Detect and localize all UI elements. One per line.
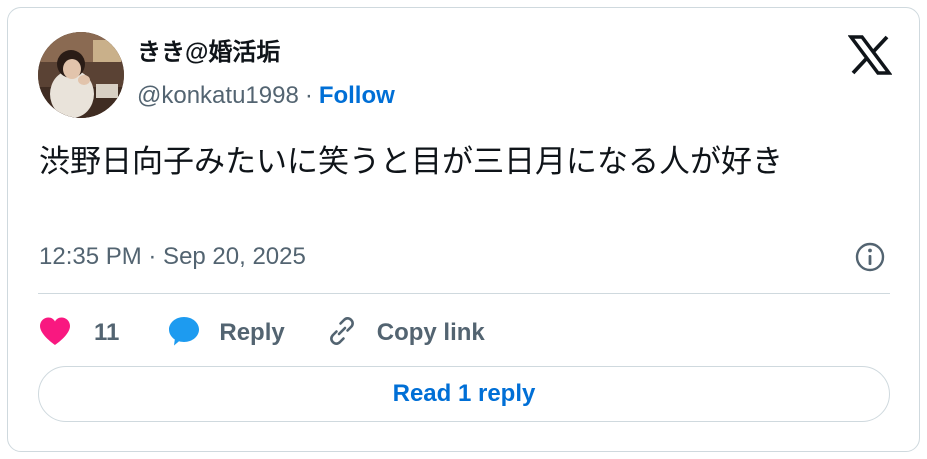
link-icon bbox=[325, 314, 359, 353]
copy-link-label: Copy link bbox=[376, 319, 485, 346]
follow-button[interactable]: Follow bbox=[319, 82, 395, 109]
author-handle-row: @konkatu1998 · Follow bbox=[137, 81, 395, 111]
author-display-name[interactable]: きき@婚活垢 bbox=[137, 38, 280, 68]
read-replies-button[interactable]: Read 1 reply bbox=[38, 366, 890, 422]
separator-dot: · bbox=[304, 82, 313, 109]
author-handle[interactable]: @konkatu1998 bbox=[137, 82, 299, 109]
like-count: 11 bbox=[94, 319, 120, 346]
heart-icon bbox=[38, 316, 72, 351]
copy-link-button[interactable]: Copy link bbox=[325, 314, 485, 353]
x-logo-icon[interactable] bbox=[847, 35, 893, 75]
divider bbox=[38, 293, 890, 294]
info-icon[interactable] bbox=[854, 241, 886, 273]
speech-bubble-icon bbox=[167, 315, 201, 352]
reply-button[interactable]: Reply bbox=[167, 315, 285, 352]
tweet-text: 渋野日向子みたいに笑うと目が三日月になる人が好き bbox=[39, 144, 783, 179]
reply-label: Reply bbox=[219, 319, 285, 346]
like-button[interactable]: 11 bbox=[38, 316, 119, 351]
action-bar: 11 Reply Copy link bbox=[38, 313, 485, 353]
avatar[interactable] bbox=[38, 32, 124, 118]
tweet-timestamp[interactable]: 12:35 PM · Sep 20, 2025 bbox=[39, 242, 306, 272]
read-replies-label: Read 1 reply bbox=[392, 380, 536, 407]
tweet-card: きき@婚活垢 @konkatu1998 · Follow 渋野日向子みたいに笑うと目… bbox=[7, 7, 920, 452]
